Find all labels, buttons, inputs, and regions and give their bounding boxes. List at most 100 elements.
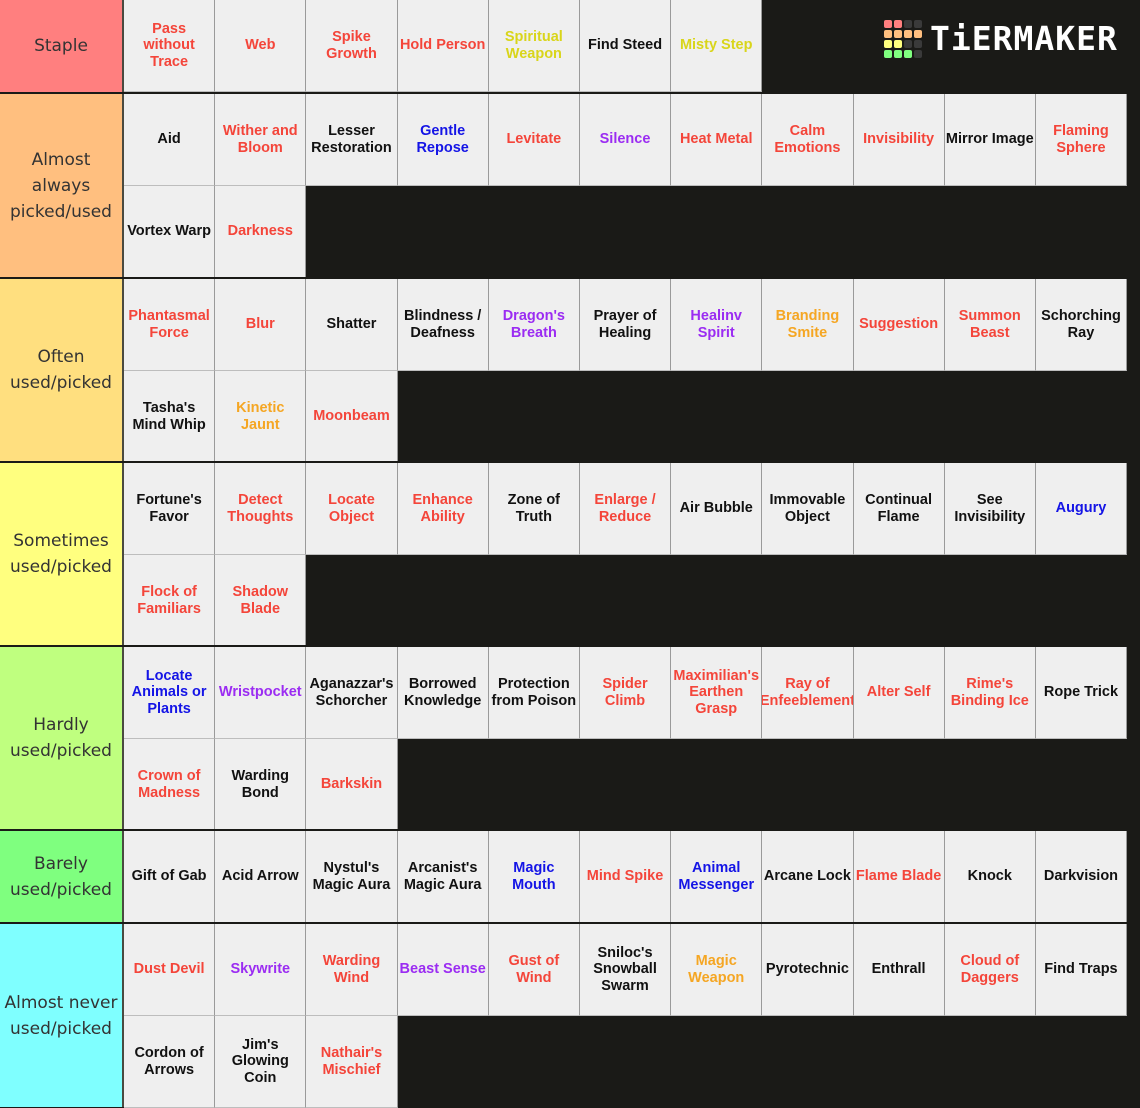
tier-item[interactable]: Maximilian's Earthen Grasp <box>671 647 763 739</box>
tier-label[interactable]: Almost never used/picked <box>0 924 124 1107</box>
tier-items-dropzone[interactable]: Aid Wither and Bloom Lesser Restoration Gen… <box>124 94 1140 278</box>
tier-item[interactable]: Schorching Ray <box>1035 279 1128 371</box>
tier-item[interactable]: Fortune's Favor <box>124 463 216 555</box>
tier-item[interactable]: Heat Metal <box>671 94 763 186</box>
tier-item[interactable]: Spike Growth <box>306 0 398 92</box>
tier-item[interactable]: Barkskin <box>306 739 398 831</box>
tier-item[interactable]: Arcane Lock <box>762 831 854 923</box>
tier-item[interactable]: Moonbeam <box>306 371 398 463</box>
tier-item[interactable]: Dragon's Breath <box>488 279 580 371</box>
tier-item[interactable]: Borrowed Knowledge <box>397 647 489 739</box>
tier-label[interactable]: Almost always picked/used <box>0 94 124 277</box>
tier-label[interactable]: Often used/picked <box>0 279 124 461</box>
tier-item[interactable]: Find Steed <box>579 0 672 92</box>
tier-item[interactable]: Spider Climb <box>579 647 672 739</box>
tier-item[interactable]: Rime's Binding Ice <box>944 647 1036 739</box>
tier-label[interactable]: Staple <box>0 0 124 92</box>
tier-item[interactable]: Prayer of Healing <box>579 279 672 371</box>
tier-item[interactable]: Flame Blade <box>853 831 945 923</box>
tier-item[interactable]: Beast Sense <box>397 924 489 1016</box>
tier-item[interactable]: Phantasmal Force <box>124 279 216 371</box>
tier-item[interactable]: Blur <box>215 279 307 371</box>
tier-items-dropzone[interactable]: Locate Animals or Plants Wristpocket Agana… <box>124 647 1140 831</box>
tier-item[interactable]: Protection from Poison <box>488 647 580 739</box>
tier-item[interactable]: Darkvision <box>1035 831 1128 923</box>
tier-item[interactable]: Healinv Spirit <box>671 279 763 371</box>
tier-item[interactable]: Zone of Truth <box>488 463 580 555</box>
tier-item[interactable]: Levitate <box>488 94 580 186</box>
tier-item[interactable]: Arcanist's Magic Aura <box>397 831 489 923</box>
tier-item[interactable]: Continual Flame <box>853 463 945 555</box>
tier-item[interactable]: Branding Smite <box>762 279 854 371</box>
tier-item[interactable]: Pyrotechnic <box>762 924 854 1016</box>
tier-label[interactable]: Sometimes used/picked <box>0 463 124 645</box>
tier-item[interactable]: Immovable Object <box>762 463 854 555</box>
tier-item[interactable]: Pass without Trace <box>124 0 216 92</box>
tier-item[interactable]: Skywrite <box>215 924 307 1016</box>
tier-item[interactable]: Mind Spike <box>579 831 672 923</box>
tier-item[interactable]: Silence <box>579 94 672 186</box>
tier-item[interactable]: Aganazzar's Schorcher <box>306 647 398 739</box>
tier-items-dropzone[interactable]: Fortune's Favor Detect Thoughts Locate Obj… <box>124 463 1140 647</box>
tier-item[interactable]: Find Traps <box>1035 924 1128 1016</box>
tier-items-dropzone[interactable]: Dust Devil Skywrite Warding Wind Beast Sens… <box>124 924 1140 1108</box>
tier-item[interactable]: Sniloc's Snowball Swarm <box>579 924 672 1016</box>
tier-item[interactable]: Suggestion <box>853 279 945 371</box>
tier-item[interactable]: Detect Thoughts <box>215 463 307 555</box>
tier-label[interactable]: Barely used/picked <box>0 831 124 922</box>
tier-item[interactable]: Warding Bond <box>215 739 307 831</box>
tier-item[interactable]: Ray of Enfeeblement <box>762 647 854 739</box>
tier-item[interactable]: Cloud of Daggers <box>944 924 1036 1016</box>
tier-item[interactable]: Misty Step <box>671 0 763 92</box>
tier-item[interactable]: Animal Messenger <box>671 831 763 923</box>
tier-items-dropzone[interactable]: Phantasmal Force Blur Shatter Blindness / D… <box>124 279 1140 463</box>
tier-item[interactable]: Jim's Glowing Coin <box>215 1016 307 1108</box>
tier-item[interactable]: Dust Devil <box>124 924 216 1016</box>
tier-item[interactable]: Enthrall <box>853 924 945 1016</box>
tier-item[interactable]: Air Bubble <box>671 463 763 555</box>
tier-item[interactable]: Gentle Repose <box>397 94 489 186</box>
tier-item[interactable]: Nathair's Mischief <box>306 1016 398 1108</box>
tier-item[interactable]: Tasha's Mind Whip <box>124 371 216 463</box>
tier-item[interactable]: Magic Mouth <box>488 831 580 923</box>
tier-item[interactable]: Warding Wind <box>306 924 398 1016</box>
tier-item[interactable]: Web <box>215 0 307 92</box>
tier-item[interactable]: Crown of Madness <box>124 739 216 831</box>
tier-items-dropzone[interactable]: Gift of Gab Acid Arrow Nystul's Magic Aura… <box>124 831 1140 923</box>
tier-item[interactable]: Alter Self <box>853 647 945 739</box>
tier-item[interactable]: Wristpocket <box>215 647 307 739</box>
tier-item[interactable]: Rope Trick <box>1035 647 1128 739</box>
tier-item[interactable]: Flaming Sphere <box>1035 94 1128 186</box>
tier-item[interactable]: Hold Person <box>397 0 489 92</box>
tier-item[interactable]: Flock of Familiars <box>124 555 216 647</box>
tier-item[interactable]: Mirror Image <box>944 94 1036 186</box>
tier-item[interactable]: Spiritual Weapon <box>488 0 580 92</box>
tier-item[interactable]: Wither and Bloom <box>215 94 307 186</box>
tier-item[interactable]: Enlarge / Reduce <box>579 463 672 555</box>
logo-square <box>904 40 912 48</box>
tier-item[interactable]: Lesser Restoration <box>306 94 398 186</box>
tier-item[interactable]: Enhance Ability <box>397 463 489 555</box>
tier-item[interactable]: Summon Beast <box>944 279 1036 371</box>
tier-item[interactable]: Cordon of Arrows <box>124 1016 216 1108</box>
tier-item[interactable]: Kinetic Jaunt <box>215 371 307 463</box>
tier-item[interactable]: Aid <box>124 94 216 186</box>
tier-item[interactable]: Calm Emotions <box>762 94 854 186</box>
tier-item[interactable]: Vortex Warp <box>124 186 216 278</box>
tier-item[interactable]: Augury <box>1035 463 1128 555</box>
tier-item[interactable]: See Invisibility <box>944 463 1036 555</box>
tier-item[interactable]: Gift of Gab <box>124 831 216 923</box>
tier-item[interactable]: Acid Arrow <box>215 831 307 923</box>
tier-item[interactable]: Locate Animals or Plants <box>124 647 216 739</box>
tier-item[interactable]: Gust of Wind <box>488 924 580 1016</box>
tier-item[interactable]: Nystul's Magic Aura <box>306 831 398 923</box>
tier-label[interactable]: Hardly used/picked <box>0 647 124 829</box>
tier-item[interactable]: Shatter <box>306 279 398 371</box>
tier-item[interactable]: Locate Object <box>306 463 398 555</box>
tier-item[interactable]: Shadow Blade <box>215 555 307 647</box>
tier-item[interactable]: Invisibility <box>853 94 945 186</box>
tier-item[interactable]: Darkness <box>215 186 307 278</box>
tier-item[interactable]: Knock <box>944 831 1036 923</box>
tier-item[interactable]: Blindness / Deafness <box>397 279 489 371</box>
tier-item[interactable]: Magic Weapon <box>671 924 763 1016</box>
